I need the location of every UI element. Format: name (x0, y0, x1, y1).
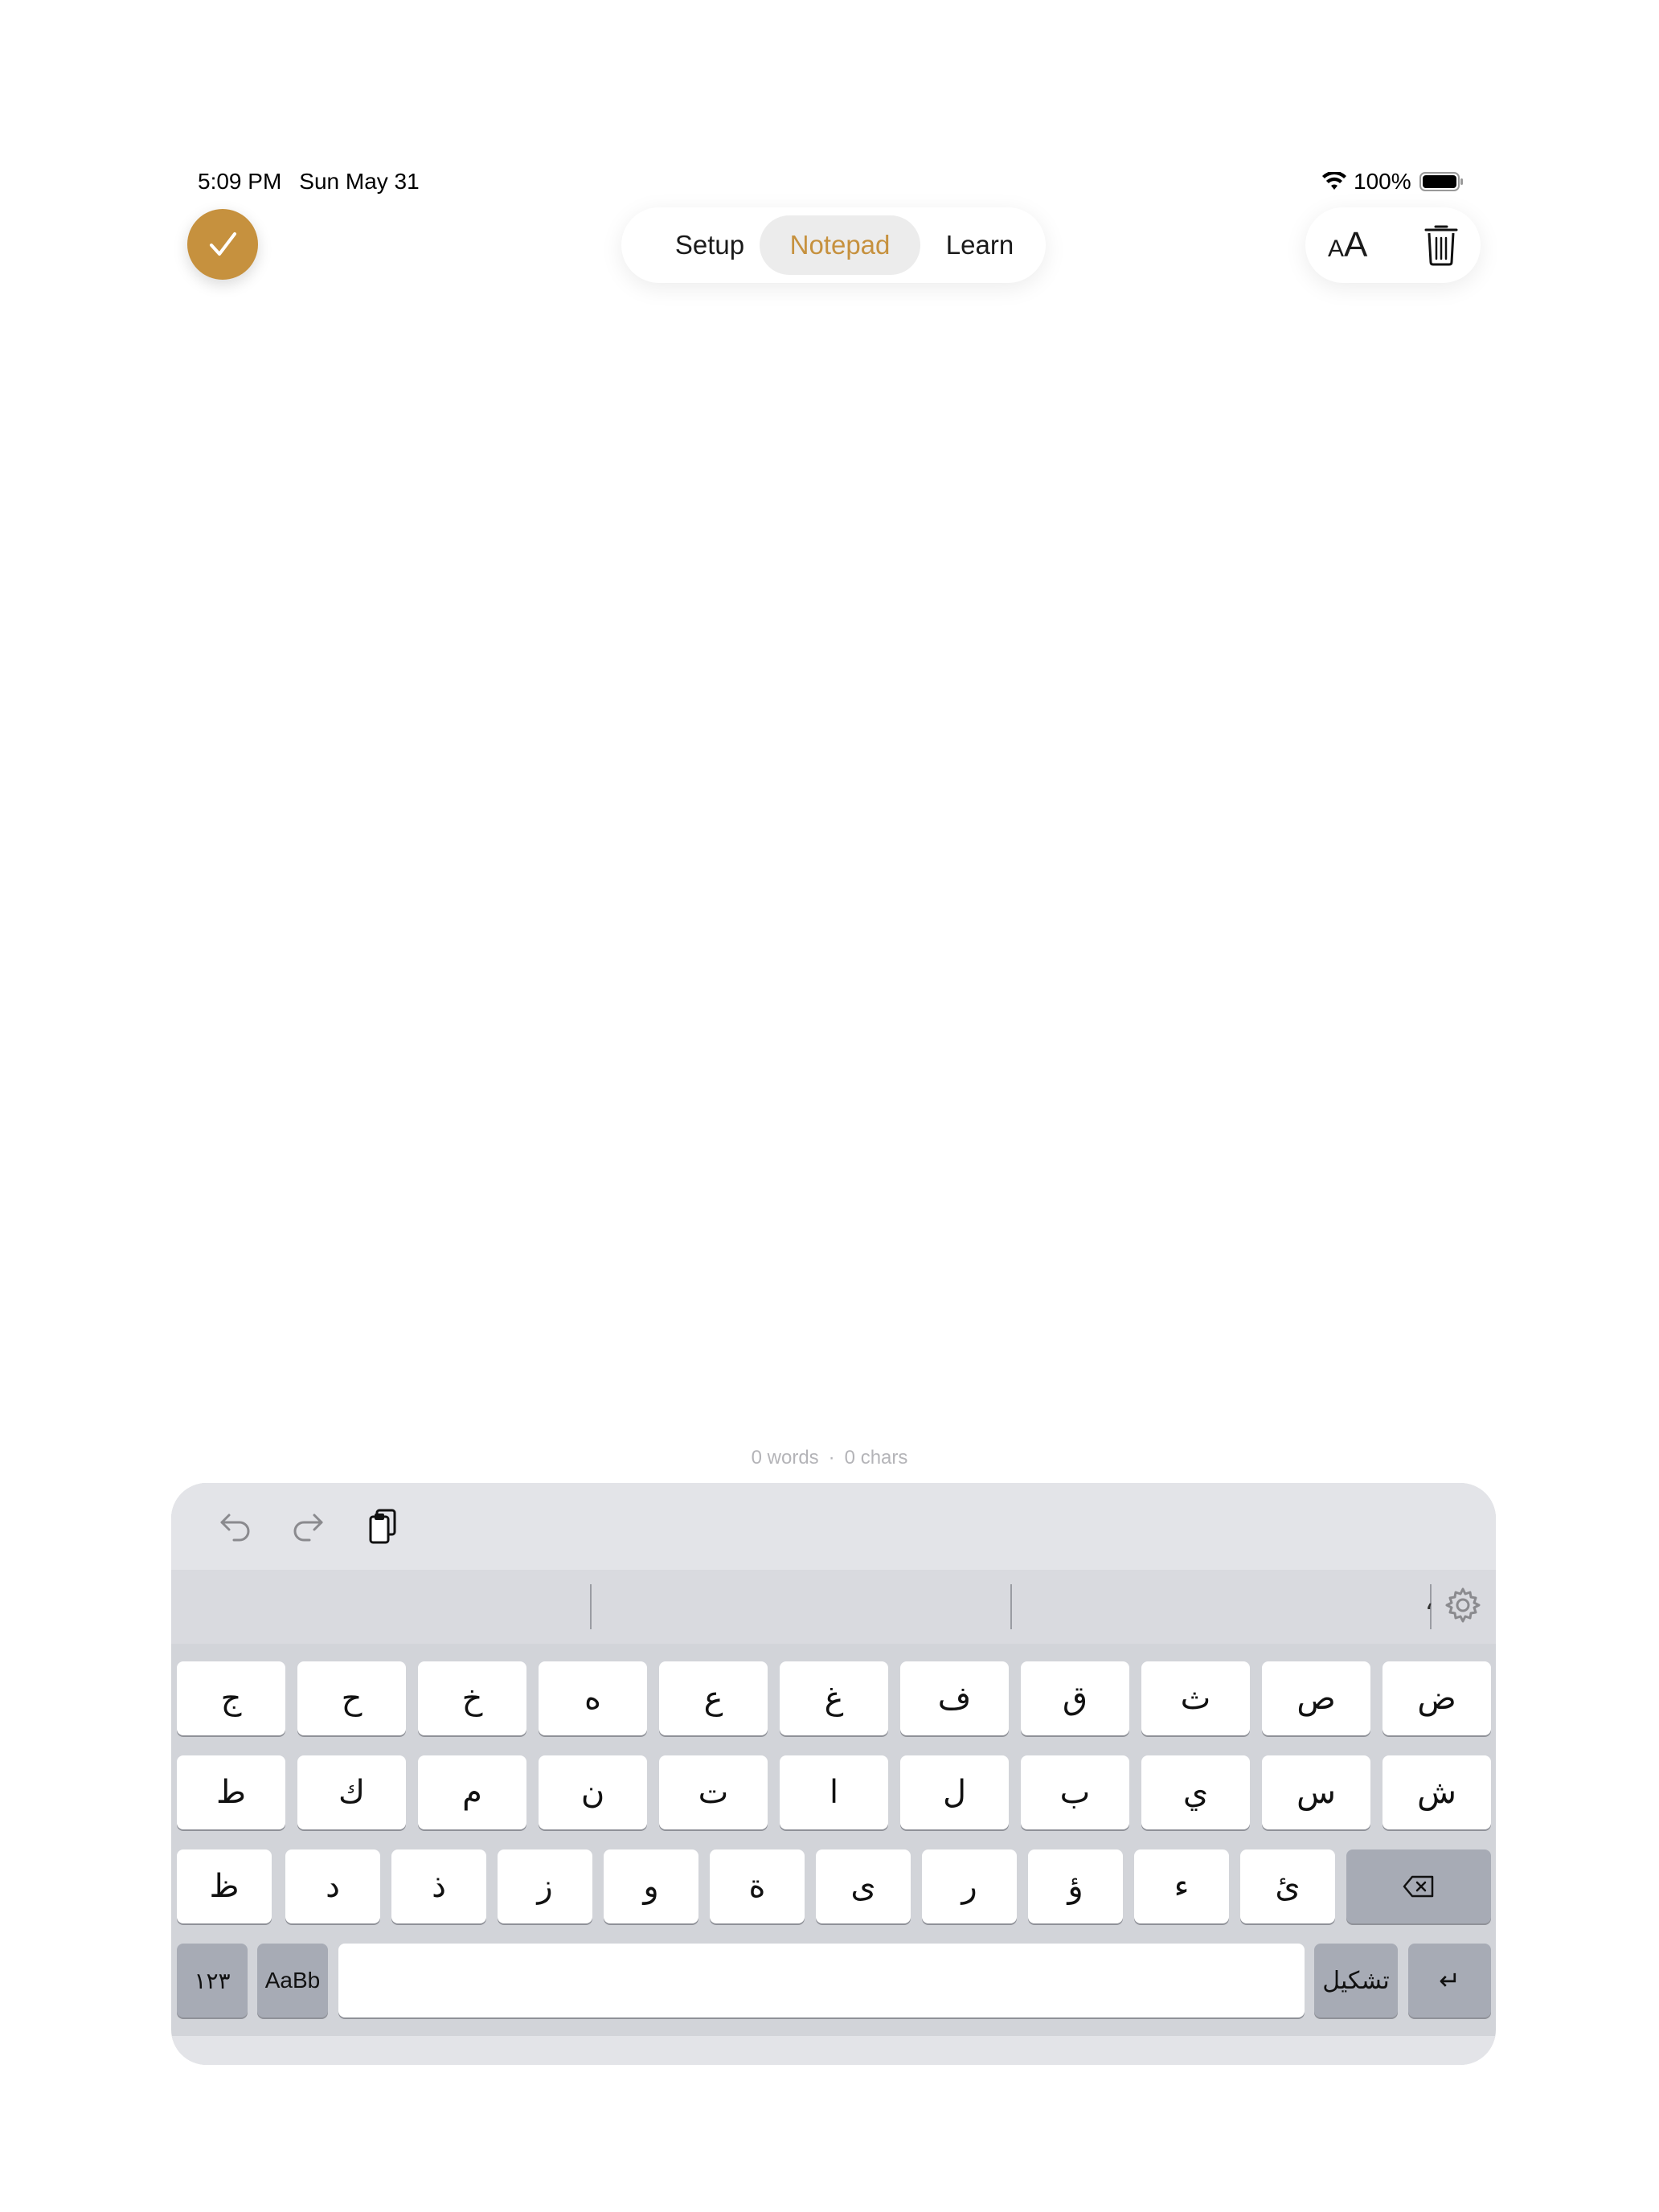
tab-setup[interactable]: Setup (644, 215, 776, 275)
keyboard-settings-button[interactable] (1444, 1586, 1482, 1628)
undo-button[interactable] (218, 1507, 253, 1546)
key[interactable]: ى (816, 1849, 911, 1923)
font-size-large-glyph: A (1344, 225, 1368, 264)
key[interactable]: ض (1382, 1661, 1491, 1735)
suggestion-bar: ، (171, 1570, 1496, 1644)
redo-button[interactable] (290, 1507, 326, 1546)
key[interactable]: ب (1021, 1755, 1129, 1829)
editor-tools: AA (1305, 207, 1481, 283)
keyboard-toolbar (171, 1483, 1496, 1570)
key[interactable]: ؤ (1028, 1849, 1123, 1923)
key[interactable]: ع (659, 1661, 768, 1735)
status-date: Sun May 31 (299, 169, 420, 194)
suggestion-comma[interactable]: ، (1425, 1587, 1433, 1616)
mode-segmented-control: Setup Notepad Learn (621, 207, 1046, 283)
font-size-button[interactable]: AA (1328, 207, 1367, 283)
key[interactable]: ئ (1240, 1849, 1335, 1923)
word-char-counter: 0 words · 0 chars (0, 1447, 1659, 1469)
delete-note-button[interactable] (1423, 222, 1460, 271)
key[interactable]: و (604, 1849, 698, 1923)
tab-learn[interactable]: Learn (927, 215, 1033, 275)
key[interactable]: ص (1262, 1661, 1370, 1735)
key[interactable]: م (418, 1755, 526, 1829)
key[interactable]: ت (659, 1755, 768, 1829)
status-time: 5:09 PM Sun May 31 (198, 169, 420, 195)
font-size-small-glyph: A (1328, 236, 1345, 262)
tab-notepad[interactable]: Notepad (760, 215, 920, 275)
battery-icon (1419, 172, 1463, 191)
gear-icon (1445, 1587, 1481, 1623)
done-button[interactable] (187, 209, 258, 280)
key[interactable]: ة (710, 1849, 805, 1923)
space-key[interactable] (338, 1944, 1305, 2017)
key[interactable]: ا (780, 1755, 888, 1829)
key[interactable]: ذ (391, 1849, 486, 1923)
delete-key[interactable] (1346, 1849, 1491, 1923)
key[interactable]: ي (1141, 1755, 1250, 1829)
clipboard-icon (369, 1509, 396, 1544)
word-count: 0 words (751, 1447, 819, 1469)
key[interactable]: ح (297, 1661, 406, 1735)
status-indicators: 100% (1321, 169, 1464, 195)
key[interactable]: ه (539, 1661, 647, 1735)
return-key[interactable]: ↵ (1408, 1944, 1491, 2017)
trash-icon (1424, 225, 1458, 266)
counter-separator: · (828, 1447, 835, 1469)
latin-key[interactable]: AaBb (257, 1944, 328, 2017)
status-time-clock: 5:09 PM (198, 169, 282, 194)
key[interactable]: ء (1134, 1849, 1229, 1923)
key[interactable]: ز (498, 1849, 592, 1923)
paste-button[interactable] (366, 1507, 401, 1550)
key[interactable]: غ (780, 1661, 888, 1735)
key[interactable]: ف (900, 1661, 1009, 1735)
key[interactable]: ط (177, 1755, 285, 1829)
key[interactable]: س (1262, 1755, 1370, 1829)
wifi-icon (1322, 172, 1346, 190)
redo-icon (293, 1514, 323, 1542)
key[interactable]: ر (922, 1849, 1017, 1923)
key[interactable]: ث (1141, 1661, 1250, 1735)
arabic-keyboard: ، ض ص ث ق ف غ ع ه خ ح ج ش س ي ب ل ا ت ن … (171, 1483, 1496, 2065)
key[interactable]: ن (539, 1755, 647, 1829)
numbers-key[interactable]: ١٢٣ (177, 1944, 248, 2017)
char-count: 0 chars (844, 1447, 908, 1469)
key[interactable]: ج (177, 1661, 285, 1735)
battery-percent: 100% (1354, 169, 1411, 194)
key[interactable]: خ (418, 1661, 526, 1735)
suggestion-divider (1010, 1584, 1012, 1629)
tashkeel-key[interactable]: تشكيل (1314, 1944, 1398, 2017)
key[interactable]: ك (297, 1755, 406, 1829)
checkmark-icon (210, 232, 236, 256)
key[interactable]: ل (900, 1755, 1009, 1829)
key[interactable]: د (285, 1849, 380, 1923)
suggestion-divider (590, 1584, 592, 1629)
key[interactable]: ق (1021, 1661, 1129, 1735)
delete-icon (1403, 1875, 1434, 1898)
undo-icon (220, 1514, 250, 1542)
key[interactable]: ش (1382, 1755, 1491, 1829)
key[interactable]: ظ (177, 1849, 272, 1923)
keyboard-bottom-bar (171, 2036, 1496, 2065)
